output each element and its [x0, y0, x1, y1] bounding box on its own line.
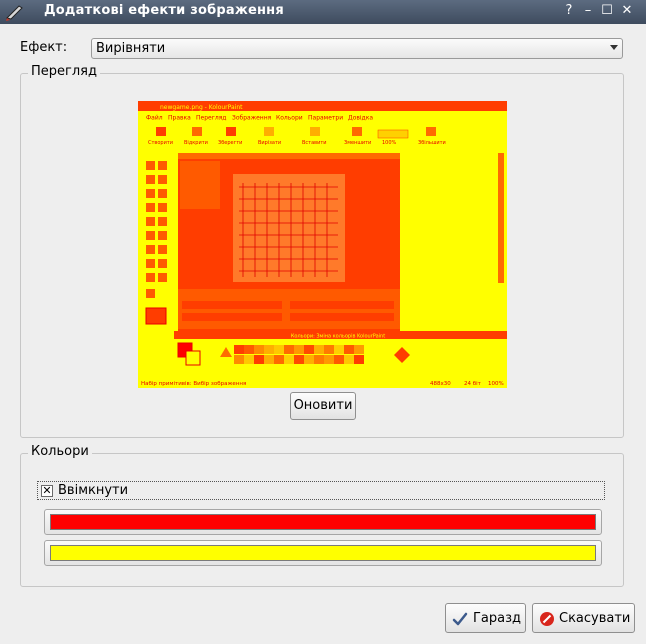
- preview-status: Набір примітивів: Вибір зображення: [141, 381, 246, 387]
- window-title: Додаткові ефекти зображення: [44, 3, 284, 18]
- preview-group-title: Перегляд: [28, 64, 100, 79]
- preview-toolbar-label: Зменшити: [344, 140, 371, 146]
- preview-toolbar-label: Зберегти: [218, 140, 242, 146]
- preview-menu-item: Кольори: [276, 115, 303, 122]
- effect-select-value: Вирівняти: [96, 41, 166, 56]
- preview-palette-banner: Кольори: Зміна кольорів KolourPaint: [291, 334, 385, 340]
- color2-swatch: [50, 545, 596, 561]
- ok-button[interactable]: Гаразд: [445, 603, 526, 633]
- refresh-button-label: Оновити: [293, 398, 353, 413]
- ok-button-label: Гаразд: [473, 611, 522, 626]
- color1-button[interactable]: [44, 509, 602, 535]
- preview-menu-item: Довідка: [348, 115, 373, 122]
- preview-status-item: 24 біт: [464, 381, 482, 387]
- close-button[interactable]: ✕: [619, 3, 635, 19]
- refresh-button[interactable]: Оновити: [290, 392, 356, 420]
- chevron-down-icon: [610, 45, 618, 50]
- colors-group-title: Кольори: [28, 444, 92, 459]
- color2-button[interactable]: [44, 540, 602, 566]
- preview-toolbar-label: Створити: [148, 140, 173, 146]
- effect-select[interactable]: Вирівняти: [91, 38, 623, 59]
- preview-toolbar-label: 100%: [382, 140, 397, 146]
- preview-menu-item: Зображення: [232, 115, 272, 122]
- preview-toolbar-label: Вирізати: [258, 140, 281, 146]
- svg-text:488x30 24 біт 100%: 488x30 24 біт 100%: [430, 381, 504, 387]
- preview-title: newgame.png - KolourPaint: [160, 104, 243, 111]
- check-icon: [452, 612, 468, 626]
- enable-checkbox[interactable]: ✕: [41, 485, 53, 497]
- preview-status-item: 100%: [488, 381, 504, 387]
- enable-checkbox-label[interactable]: Ввімкнути: [58, 483, 128, 498]
- preview-toolbar-label: Вставити: [302, 140, 327, 146]
- preview-status-item: 488x30: [430, 381, 451, 387]
- maximize-button[interactable]: ☐: [599, 3, 615, 19]
- preview-menu-item: Правка: [168, 115, 191, 122]
- preview-menu-item: Параметри: [308, 115, 343, 122]
- cancel-button-label: Скасувати: [559, 611, 631, 626]
- window-titlebar: Додаткові ефекти зображення ? – ☐ ✕: [0, 0, 646, 24]
- preview-toolbar-label: Відкрити: [184, 140, 208, 146]
- preview-menu-item: Перегляд: [196, 115, 226, 122]
- preview-menu-item: Файл: [146, 115, 163, 122]
- cancel-button[interactable]: Скасувати: [532, 603, 635, 633]
- preview-toolbar-label: Збільшити: [418, 140, 446, 146]
- help-button[interactable]: ?: [561, 3, 577, 19]
- check-mark-icon: ✕: [42, 484, 52, 497]
- preview-image: newgame.png - KolourPaint Файл Правка Пе…: [138, 101, 507, 388]
- cancel-icon: [540, 612, 554, 626]
- color1-swatch: [50, 514, 596, 530]
- effect-label: Ефект:: [20, 40, 68, 55]
- minimize-button[interactable]: –: [580, 3, 596, 19]
- svg-text:Файл Правка Перегл: Файл Правка Перегляд Зображення Кольори …: [146, 115, 373, 122]
- app-brush-icon[interactable]: [5, 3, 25, 21]
